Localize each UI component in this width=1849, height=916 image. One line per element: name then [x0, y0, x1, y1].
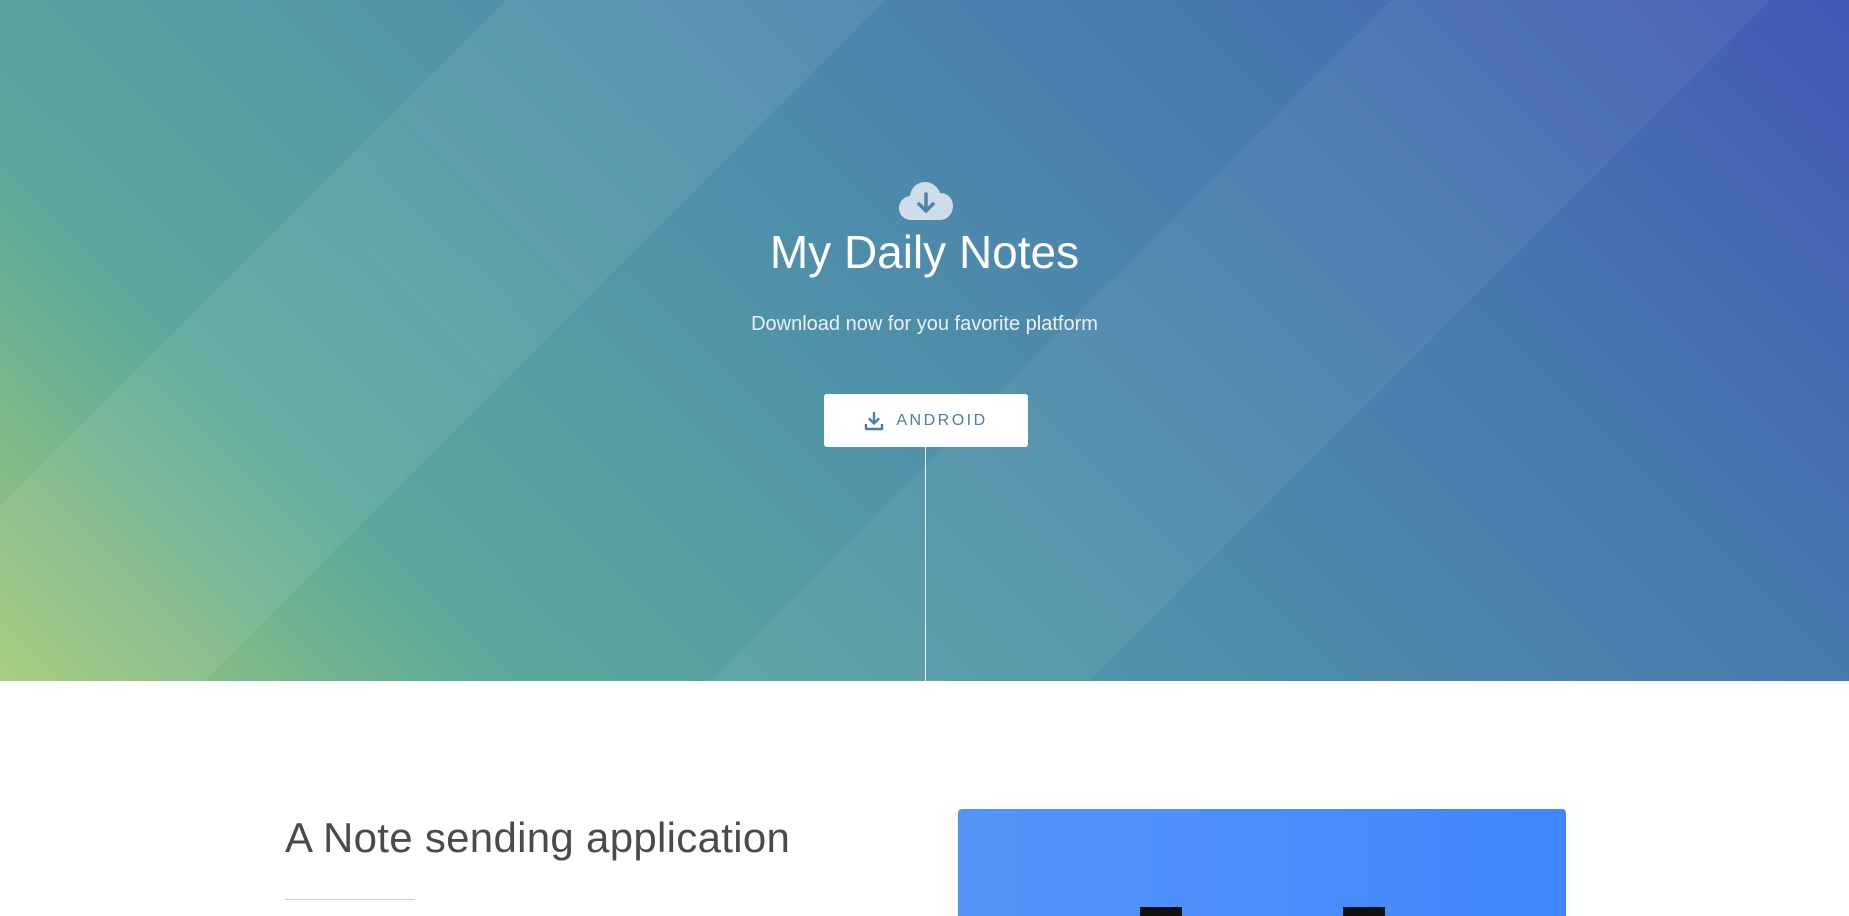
hero-divider-line — [925, 447, 926, 681]
app-preview-image — [958, 809, 1566, 916]
cloud-download-icon — [899, 182, 953, 220]
preview-shape-left — [1140, 907, 1182, 916]
feature-heading-rule — [285, 899, 415, 900]
page-title: My Daily Notes — [769, 226, 1080, 278]
features-section: A Note sending application — [0, 681, 1849, 916]
download-icon — [865, 411, 884, 430]
android-download-button[interactable]: ANDROID — [824, 394, 1028, 447]
hero-subtitle: Download now for you favorite platform — [751, 313, 1098, 335]
hero-section: My Daily Notes Download now for you favo… — [0, 0, 1849, 681]
preview-shape-right — [1343, 907, 1385, 916]
feature-heading: A Note sending application — [285, 814, 791, 861]
android-button-label: ANDROID — [896, 411, 988, 429]
